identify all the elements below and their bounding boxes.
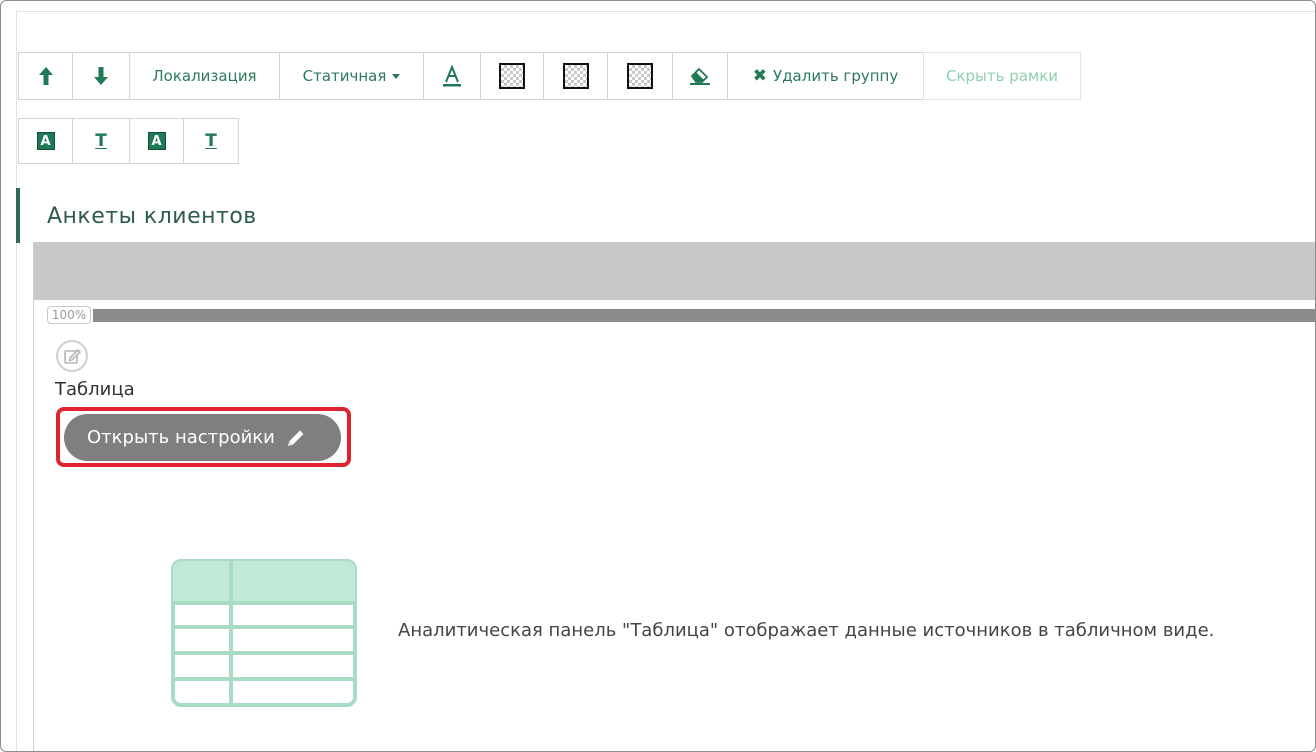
progress-label: 100%	[47, 306, 91, 324]
move-up-button[interactable]	[18, 52, 73, 100]
caret-down-icon	[392, 73, 401, 79]
panel-header	[34, 242, 1315, 300]
pencil-icon	[287, 430, 304, 446]
letter-t-icon: T	[95, 131, 107, 151]
open-settings-label: Открыть настройки	[87, 427, 275, 448]
localization-button[interactable]: Локализация	[129, 52, 280, 100]
arrow-up-icon	[38, 67, 53, 85]
title-text-color-button[interactable]: T	[72, 118, 130, 164]
transparent-swatch-icon	[499, 63, 525, 89]
hide-frames-button[interactable]: Скрыть рамки	[923, 52, 1081, 100]
text-color-button[interactable]	[423, 52, 481, 100]
close-icon: ✖	[752, 66, 768, 86]
title-bg-color-button[interactable]: A	[18, 118, 73, 164]
progress-bar	[93, 309, 1315, 322]
transparent-swatch-icon	[562, 63, 589, 89]
fill-color-button-2[interactable]	[543, 52, 608, 100]
fill-color-button-1[interactable]	[480, 52, 544, 100]
delete-group-label: Удалить группу	[773, 67, 899, 85]
localization-label: Локализация	[152, 67, 257, 85]
table-illustration-icon	[171, 559, 357, 707]
static-label: Статичная	[302, 67, 387, 85]
eraser-icon	[690, 67, 710, 85]
open-settings-button[interactable]: Открыть настройки	[64, 414, 341, 461]
static-dropdown[interactable]: Статичная	[279, 52, 424, 100]
panel-type-label: Таблица	[55, 379, 135, 400]
section-accent-bar	[16, 188, 20, 243]
arrow-down-icon	[94, 67, 108, 85]
body-bg-color-button[interactable]: A	[129, 118, 184, 164]
panel-description: Аналитическая панель "Таблица" отображае…	[398, 620, 1215, 641]
body-text-color-button[interactable]: T	[183, 118, 239, 164]
letter-a-icon: A	[36, 132, 55, 150]
eraser-button[interactable]	[672, 52, 728, 100]
fill-color-button-3[interactable]	[607, 52, 673, 100]
letter-a-icon: A	[147, 132, 166, 150]
move-down-button[interactable]	[72, 52, 130, 100]
transparent-swatch-icon	[627, 63, 653, 89]
window-frame: Локализация Статичная ✖ Удалить группу С…	[0, 0, 1316, 752]
hide-frames-label: Скрыть рамки	[945, 67, 1059, 85]
section-title: Анкеты клиентов	[47, 204, 257, 229]
text-color-icon	[443, 65, 461, 87]
edit-icon[interactable]	[56, 340, 88, 372]
letter-t-icon: T	[205, 131, 217, 151]
delete-group-button[interactable]: ✖ Удалить группу	[727, 52, 924, 100]
